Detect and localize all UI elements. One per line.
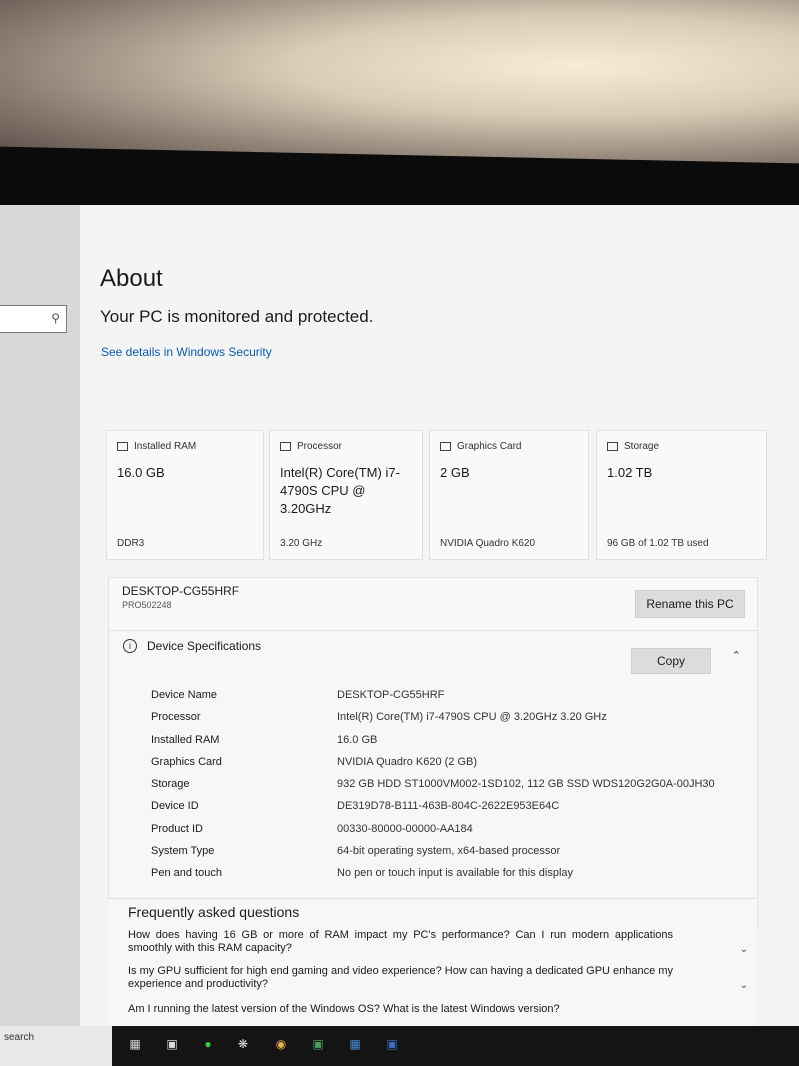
chevron-down-icon[interactable]: ⌄ — [740, 944, 748, 955]
spec-row: Pen and touch No pen or touch input is av… — [151, 867, 741, 889]
graphics-card: Graphics Card 2 GB NVIDIA Quadro K620 — [429, 430, 589, 560]
spec-row: Product ID 00330-80000-00000-AA184 — [151, 823, 741, 845]
storage-icon — [607, 442, 618, 451]
spec-key: Installed RAM — [151, 733, 220, 746]
spec-value: 64-bit operating system, x64-based proce… — [337, 845, 561, 858]
chrome-icon[interactable]: ◉ — [272, 1036, 290, 1052]
taskbar-search-text: search — [4, 1032, 35, 1043]
card-value: Intel(R) Core(TM) i7-4790S CPU @ 3.20GHz — [280, 465, 400, 516]
faq-question[interactable]: Is my GPU sufficient for high end gaming… — [128, 965, 673, 991]
file-explorer-icon[interactable]: ▣ — [163, 1036, 181, 1052]
page-title: About — [100, 265, 163, 292]
ram-card: Installed RAM 16.0 GB DDR3 — [106, 430, 264, 560]
card-value: 2 GB — [440, 465, 470, 480]
faq-question[interactable]: How does having 16 GB or more of RAM imp… — [128, 929, 673, 955]
task-view-icon[interactable]: ▦ — [126, 1036, 144, 1052]
spec-row: Device ID DE319D78-B111-463B-804C-2622E95… — [151, 800, 741, 822]
spec-key: Product ID — [151, 822, 203, 835]
search-icon: ⚲ — [51, 311, 60, 325]
spec-value: 00330-80000-00000-AA184 — [337, 822, 473, 835]
spec-table: Device Name DESKTOP-CG55HRF Processor Inte… — [151, 689, 741, 890]
settings-sidebar: ⚲ — [0, 205, 80, 1027]
windows-security-link[interactable]: See details in Windows Security — [101, 345, 272, 359]
card-detail: 96 GB of 1.02 TB used — [607, 538, 709, 549]
settings-search-input[interactable]: ⚲ — [0, 305, 67, 333]
storage-card: Storage 1.02 TB 96 GB of 1.02 TB used — [596, 430, 767, 560]
word-icon[interactable]: ▣ — [383, 1036, 401, 1052]
card-label: Processor — [297, 441, 343, 452]
spec-value: NVIDIA Quadro K620 (2 GB) — [337, 755, 478, 768]
background-wall — [0, 0, 799, 165]
spec-row: System Type 64-bit operating system, x64-… — [151, 845, 741, 867]
memory-icon — [117, 442, 128, 451]
spec-value: DESKTOP-CG55HRF — [337, 689, 445, 701]
whatsapp-icon[interactable]: ● — [199, 1036, 217, 1052]
copy-button[interactable]: Copy — [631, 648, 711, 674]
card-label: Graphics Card — [457, 441, 522, 452]
spec-value: Intel(R) Core(TM) i7-4790S CPU @ 3.20GHz… — [337, 711, 607, 724]
card-value: 1.02 TB — [607, 465, 653, 480]
rename-pc-button[interactable]: Rename this PC — [635, 590, 745, 618]
graphics-card-icon — [440, 442, 451, 451]
spec-key: Storage — [151, 778, 190, 791]
spec-key: System Type — [151, 845, 215, 858]
pc-name-section: DESKTOP-CG55HRF PRO502248 Rename this PC — [108, 577, 758, 631]
card-detail: NVIDIA Quadro K620 — [440, 538, 536, 549]
spec-key: Pen and touch — [151, 867, 222, 880]
spec-row: Device Name DESKTOP-CG55HRF — [151, 689, 741, 711]
taskbar-search-box[interactable]: search — [0, 1026, 112, 1066]
chevron-up-icon[interactable]: ⌃ — [732, 649, 741, 662]
spec-key: Device Name — [151, 689, 218, 701]
spec-key: Device ID — [151, 800, 199, 813]
specs-header: Device Specifications — [147, 639, 262, 653]
card-label: Storage — [624, 441, 660, 452]
spec-key: Processor — [151, 711, 201, 724]
pc-name: DESKTOP-CG55HRF — [122, 584, 240, 598]
card-label: Installed RAM — [134, 441, 197, 452]
device-specifications-panel: i Device Specifications Copy ⌃ Device Na… — [108, 630, 758, 929]
card-detail: 3.20 GHz — [280, 538, 323, 549]
card-detail: DDR3 — [117, 538, 145, 549]
spec-row: Storage 932 GB HDD ST1000VM002-1SD102, 11… — [151, 778, 741, 800]
protection-status: Your PC is monitored and protected. — [100, 307, 374, 326]
chevron-down-icon[interactable]: ⌄ — [740, 980, 748, 991]
faq-title: Frequently asked questions — [128, 904, 300, 920]
screen: ⚲ About Your PC is monitored and protect… — [0, 205, 799, 1066]
spec-value: DE319D78-B111-463B-804C-2622E953E64C — [337, 800, 560, 813]
calculator-icon[interactable]: ▦ — [346, 1036, 364, 1052]
spec-row: Installed RAM 16.0 GB — [151, 734, 741, 756]
spec-value: 16.0 GB — [337, 733, 378, 746]
spec-row: Processor Intel(R) Core(TM) i7-4790S CPU … — [151, 711, 741, 733]
spec-value: 932 GB HDD ST1000VM002-1SD102, 112 GB SS… — [337, 778, 715, 791]
card-value: 16.0 GB — [117, 465, 165, 480]
about-page: About Your PC is monitored and protected… — [80, 205, 799, 1028]
chatgpt-icon[interactable]: ❋ — [234, 1036, 252, 1052]
spec-value: No pen or touch input is available for t… — [337, 867, 574, 880]
excel-icon[interactable]: ▣ — [309, 1036, 327, 1052]
taskbar: search ▦ ▣ ● ❋ ◉ ▣ ▦ ▣ — [0, 1026, 799, 1066]
spec-key: Graphics Card — [151, 755, 222, 768]
spec-row: Graphics Card NVIDIA Quadro K620 (2 GB) — [151, 756, 741, 778]
info-icon: i — [123, 639, 137, 653]
faq-question[interactable]: Am I running the latest version of the W… — [128, 1003, 673, 1016]
faq-section: Frequently asked questions How does havi… — [108, 898, 756, 1028]
pc-edition: PRO502248 — [122, 600, 172, 610]
processor-card: Processor Intel(R) Core(TM) i7-4790S CPU… — [269, 430, 423, 560]
processor-icon — [280, 442, 291, 451]
